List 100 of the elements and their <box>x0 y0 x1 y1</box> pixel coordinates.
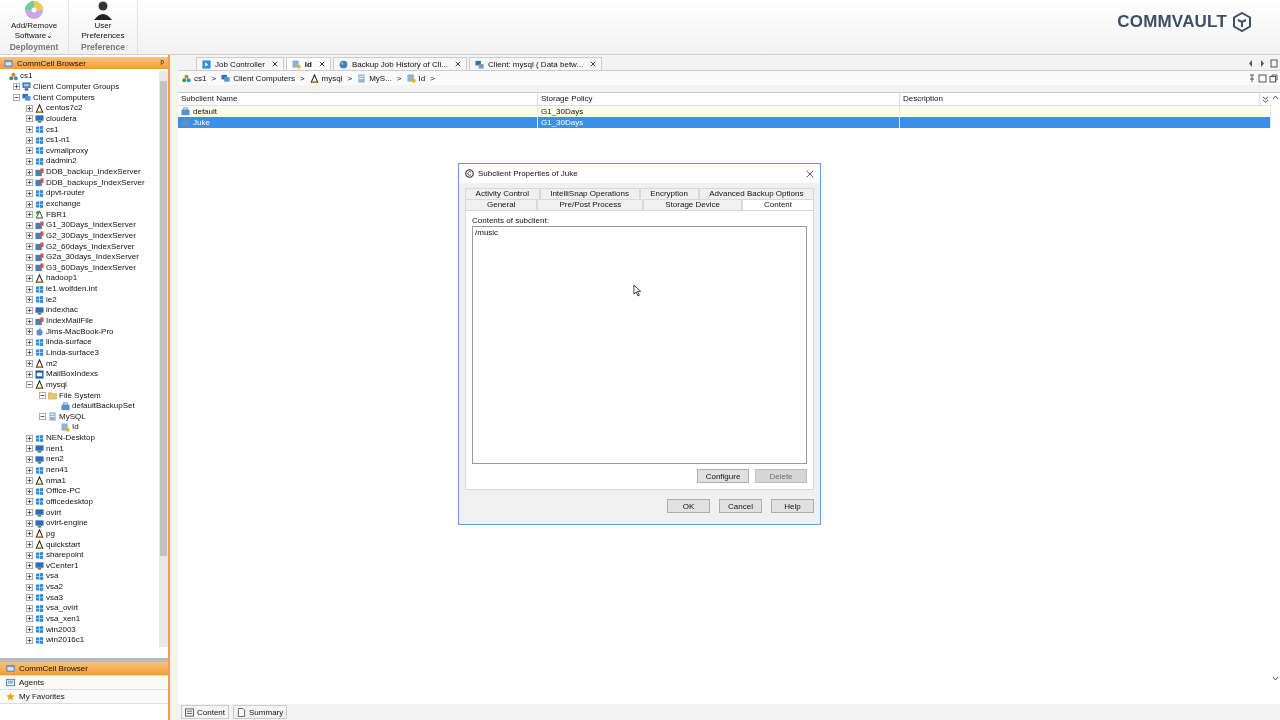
tree-item[interactable]: pg <box>46 528 55 539</box>
tree-item[interactable]: ie2 <box>46 294 57 305</box>
tree-item[interactable]: MySQL <box>59 411 86 422</box>
collapse-icon[interactable] <box>39 413 46 421</box>
tree-item[interactable]: officedesktop <box>46 496 93 507</box>
tree-item[interactable]: Id <box>72 422 79 433</box>
dialog-tab[interactable]: Content <box>742 199 814 210</box>
expand-icon[interactable] <box>26 136 33 144</box>
contents-list[interactable]: /music <box>472 226 807 464</box>
tree-item[interactable]: win2003 <box>46 624 76 635</box>
dialog-button[interactable]: Cancel <box>719 499 762 513</box>
tree-item[interactable]: win2016c1 <box>46 635 85 646</box>
expand-icon[interactable] <box>26 498 33 506</box>
table-row[interactable]: default G1_30Days <box>178 106 1271 117</box>
expand-icon[interactable] <box>26 221 33 229</box>
expand-icon[interactable] <box>26 243 33 251</box>
tree-item[interactable]: cs1 <box>20 71 33 82</box>
expand-icon[interactable] <box>26 211 33 219</box>
expand-icon[interactable] <box>26 200 33 208</box>
close-icon[interactable] <box>318 61 325 67</box>
expand-icon[interactable] <box>26 519 33 527</box>
column-header[interactable]: Description <box>900 93 1260 105</box>
tree-item[interactable]: vsa_ovirt <box>46 603 78 614</box>
close-icon[interactable] <box>806 169 814 178</box>
close-icon[interactable] <box>271 61 278 67</box>
document-tab[interactable]: Id <box>285 57 331 70</box>
tree-item[interactable]: nma1 <box>46 475 66 486</box>
nav-item[interactable]: My Favorites <box>0 690 168 704</box>
tree-item[interactable]: Linda-surface3 <box>46 347 99 358</box>
tree-item[interactable]: IndexMailFile <box>46 316 94 327</box>
expand-icon[interactable] <box>26 455 33 463</box>
collapse-icon[interactable] <box>13 94 20 102</box>
column-menu-icon[interactable] <box>1262 95 1269 103</box>
tree-item[interactable]: hadoop1 <box>46 273 78 284</box>
tree-item[interactable]: indexhac <box>46 305 79 316</box>
expand-icon[interactable] <box>26 594 33 602</box>
expand-icon[interactable] <box>26 445 33 453</box>
expand-icon[interactable] <box>26 626 33 634</box>
tree-item[interactable]: DDB_backup_IndexServer <box>46 167 141 178</box>
tree-item[interactable]: vCenter1 <box>46 560 79 571</box>
expand-icon[interactable] <box>26 306 33 314</box>
breadcrumb-item[interactable]: mysql <box>309 73 343 83</box>
ribbon-button[interactable]: Add/Remove Software⌄ <box>10 0 58 41</box>
document-tab[interactable]: Client: mysql ( Data betw... <box>468 57 603 70</box>
tree-item[interactable]: centos7c2 <box>46 103 83 114</box>
close-icon[interactable] <box>454 61 461 67</box>
tree-item[interactable]: nen1 <box>46 443 64 454</box>
expand-icon[interactable] <box>26 477 33 485</box>
view-tab[interactable]: Content <box>181 705 230 719</box>
tree-item[interactable]: nen41 <box>46 465 69 475</box>
dialog-button[interactable]: OK <box>667 499 710 513</box>
tree-item[interactable]: NEN-Desktop <box>46 433 95 444</box>
expand-icon[interactable] <box>26 328 33 336</box>
tree-item[interactable]: sharepoint <box>46 550 84 561</box>
tree-item[interactable]: dpvt-router <box>46 188 85 199</box>
tree-item[interactable]: vsa2 <box>46 582 63 593</box>
expand-icon[interactable] <box>26 168 33 176</box>
collapse-icon[interactable] <box>39 392 46 400</box>
expand-icon[interactable] <box>26 264 33 272</box>
expand-icon[interactable] <box>26 370 33 378</box>
tree-item[interactable]: cloudera <box>46 113 77 124</box>
expand-icon[interactable] <box>26 509 33 517</box>
collapse-icon[interactable] <box>26 381 33 389</box>
tree-item[interactable]: G3_60Days_IndexServer <box>46 262 136 273</box>
dialog-button[interactable]: Help <box>771 499 814 513</box>
tree-item[interactable]: G1_30Days_IndexServer <box>46 220 136 231</box>
expand-icon[interactable] <box>26 338 33 346</box>
list-item[interactable]: /music <box>475 228 499 237</box>
breadcrumb-item[interactable]: Id <box>406 73 426 83</box>
tree-item[interactable]: cs1 <box>46 124 59 135</box>
expand-icon[interactable] <box>26 189 33 197</box>
tree-item[interactable]: vsa3 <box>46 592 63 603</box>
expand-icon[interactable] <box>26 157 33 165</box>
expand-icon[interactable] <box>26 530 33 538</box>
expand-icon[interactable] <box>26 126 33 133</box>
expand-icon[interactable] <box>26 296 33 304</box>
pin-button[interactable]: ᵖ <box>160 58 164 68</box>
expand-icon[interactable] <box>13 83 20 91</box>
expand-icon[interactable] <box>26 604 33 612</box>
dialog-button[interactable]: Configure <box>697 469 749 483</box>
expand-icon[interactable] <box>26 487 33 495</box>
expand-icon[interactable] <box>26 232 33 240</box>
expand-icon[interactable] <box>26 466 33 474</box>
tree-item[interactable]: Client Computer Groups <box>33 81 120 92</box>
view-tab[interactable]: Summary <box>233 705 288 719</box>
tree-item[interactable]: vsa_xen1 <box>46 614 81 624</box>
nav-item[interactable]: Agents <box>0 676 168 690</box>
tree-item[interactable]: ovirt <box>46 507 62 518</box>
tree-item[interactable]: G2a_30days_IndexServer <box>46 252 139 263</box>
tree-item[interactable]: Office-PC <box>46 486 81 497</box>
expand-icon[interactable] <box>26 434 33 442</box>
tree-item[interactable]: Client Computers <box>33 92 95 103</box>
tree-item[interactable]: defaultBackupSet <box>72 401 135 412</box>
close-icon[interactable] <box>590 61 597 67</box>
expand-icon[interactable] <box>26 572 33 580</box>
expand-icon[interactable] <box>26 636 33 644</box>
expand-icon[interactable] <box>26 349 33 357</box>
breadcrumb-item[interactable]: cs1 <box>182 73 207 83</box>
tree-item[interactable]: vsa <box>46 571 59 582</box>
tree-item[interactable]: DDB_backups_IndexServer <box>46 177 145 188</box>
